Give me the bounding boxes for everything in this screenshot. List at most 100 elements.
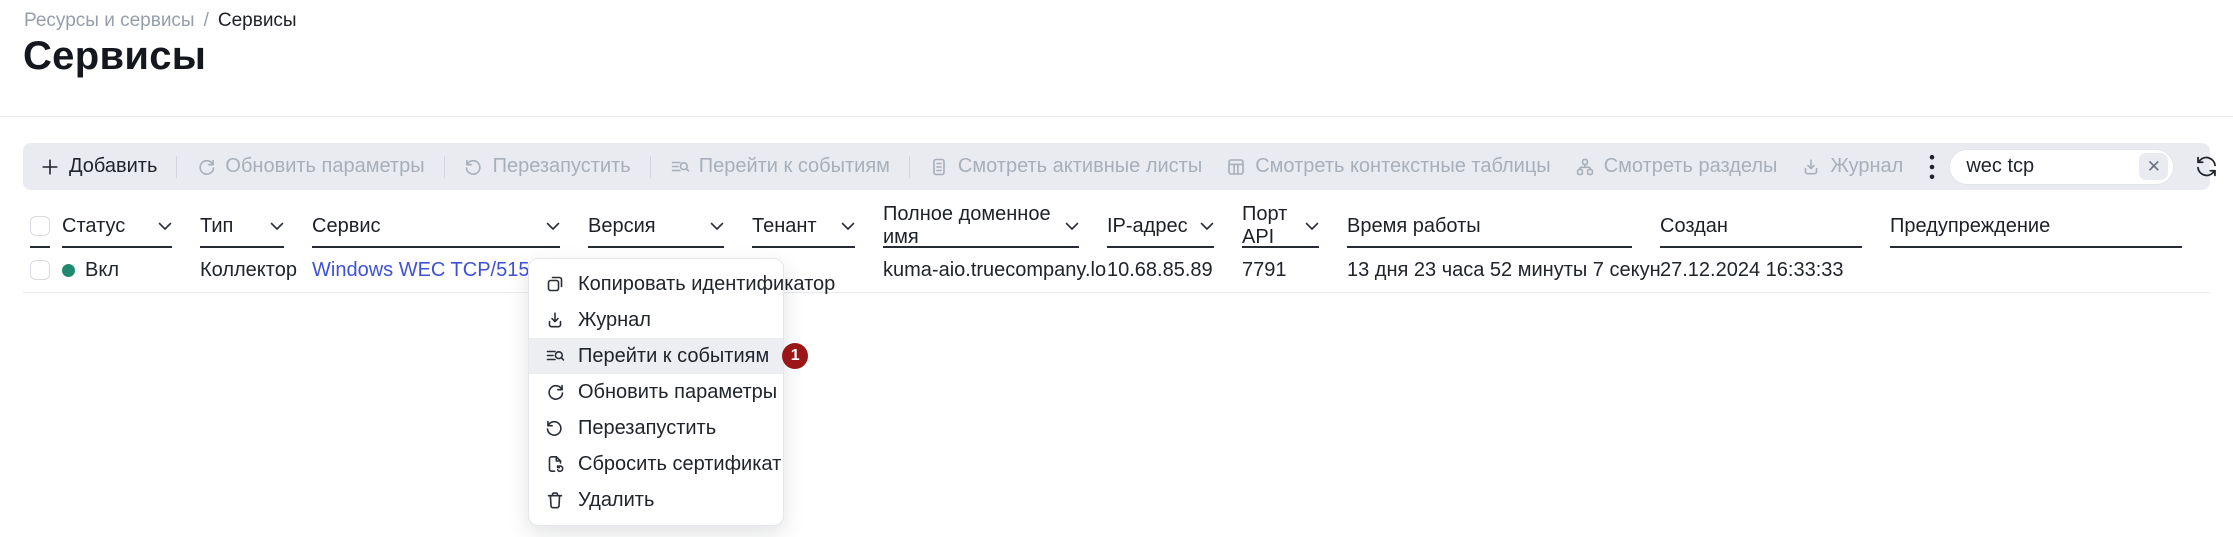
chevron-down-icon[interactable] [1065,222,1079,231]
chevron-down-icon[interactable] [158,222,172,231]
chevron-down-icon[interactable] [546,222,560,231]
journal-button[interactable]: Журнал [1789,143,1915,190]
search-input[interactable] [1966,155,2139,178]
column-label: Тип [200,215,233,238]
journal-download-icon [1801,157,1821,177]
chevron-down-icon[interactable] [270,222,284,231]
go-to-events-icon [545,346,565,366]
go-to-events-button[interactable]: Перейти к событиям [658,143,902,190]
go-to-events-label: Перейти к событиям [699,155,890,178]
toolbar-separator [909,156,910,178]
type-cell: Коллектор [200,259,312,282]
view-active-lists-button[interactable]: Смотреть активные листы [917,143,1214,190]
menu-item-label: Перезапустить [578,417,716,440]
column-label: Тенант [752,215,817,238]
column-header-uptime: Время работы [1347,206,1660,248]
chevron-down-icon[interactable] [841,222,855,231]
header-divider [0,116,2233,117]
breadcrumb-parent[interactable]: Ресурсы и сервисы [24,10,195,32]
refresh-parameters-label: Обновить параметры [225,155,424,178]
refresh-icon [196,157,216,177]
chevron-down-icon[interactable] [1305,222,1319,231]
toolbar-separator [650,156,651,178]
add-button-label: Добавить [69,155,157,178]
copy-icon [545,274,565,294]
refresh-icon [545,382,565,402]
add-button[interactable]: Добавить [40,143,169,190]
column-header-version[interactable]: Версия [588,206,752,248]
reset-certificate-icon [545,454,565,474]
search-box: ✕ [1949,149,2174,185]
column-header-api-port[interactable]: Порт API [1242,206,1347,248]
toolbar-separator [444,156,445,178]
table-row: Вкл Коллектор Windows WEC TCP/5151 kuma-… [23,248,2210,293]
column-header-tenant[interactable]: Тенант [752,206,883,248]
created-cell: 27.12.2024 16:33:33 [1660,259,1890,282]
status-on-indicator [62,264,75,277]
column-label: Предупреждение [1890,215,2050,238]
column-label: Время работы [1347,215,1481,238]
menu-item-delete[interactable]: Удалить [529,482,783,518]
column-header-warning: Предупреждение [1890,206,2210,248]
toolbar-separator [176,156,177,178]
column-header-service[interactable]: Сервис [312,206,588,248]
column-header-type[interactable]: Тип [200,206,312,248]
menu-item-journal[interactable]: Журнал [529,302,783,338]
chevron-down-icon[interactable] [710,222,724,231]
menu-item-restart[interactable]: Перезапустить [529,410,783,446]
column-label: Создан [1660,215,1728,238]
plus-icon [40,157,60,177]
column-label: Порт API [1242,203,1297,249]
row-checkbox[interactable] [30,260,50,280]
menu-item-label: Перейти к событиям [578,345,769,368]
select-all-cell [30,206,62,248]
menu-item-label: Журнал [578,309,651,332]
row-select-cell [30,260,62,280]
toolbar: Добавить Обновить параметры Перезапустит… [23,143,2210,190]
uptime-cell: 13 дня 23 часа 52 минуты 7 секунды [1347,259,1660,282]
partitions-icon [1575,157,1595,177]
column-header-fqdn[interactable]: Полное доменное имя [883,206,1107,248]
restart-icon [545,418,565,438]
view-context-tables-label: Смотреть контекстные таблицы [1255,155,1550,178]
select-all-checkbox[interactable] [30,216,50,236]
column-label: Сервис [312,215,381,238]
column-header-ip[interactable]: IP-адрес [1107,206,1242,248]
restart-icon [464,157,484,177]
active-lists-icon [929,157,949,177]
column-label: Версия [588,215,656,238]
breadcrumb: Ресурсы и сервисы / Сервисы [24,10,297,32]
menu-item-label: Копировать идентификатор [578,273,835,296]
journal-label: Журнал [1830,155,1903,178]
view-context-tables-button[interactable]: Смотреть контекстные таблицы [1214,143,1562,190]
refresh-parameters-button[interactable]: Обновить параметры [184,143,436,190]
status-text: Вкл [85,259,119,282]
menu-item-label: Обновить параметры [578,381,777,404]
column-label: IP-адрес [1107,215,1188,238]
menu-item-reset-certificate[interactable]: Сбросить сертификат [529,446,783,482]
column-label: Полное доменное имя [883,203,1057,249]
column-header-status[interactable]: Статус [62,206,200,248]
breadcrumb-current: Сервисы [218,10,297,32]
view-active-lists-label: Смотреть активные листы [958,155,1202,178]
menu-item-go-to-events[interactable]: Перейти к событиям 1 [529,338,783,374]
menu-item-label: Сбросить сертификат [578,453,781,476]
kebab-icon [1929,154,1935,180]
view-partitions-label: Смотреть разделы [1604,155,1778,178]
ip-cell: 10.68.85.89 [1107,259,1242,282]
row-context-menu: Копировать идентификатор Журнал Перейти … [528,258,784,526]
service-link[interactable]: Windows WEC TCP/5151 [312,259,541,281]
go-to-events-icon [670,157,690,177]
chevron-down-icon[interactable] [1200,222,1214,231]
table-refresh-button[interactable] [2187,148,2225,186]
restart-label: Перезапустить [493,155,631,178]
view-partitions-button[interactable]: Смотреть разделы [1563,143,1790,190]
fqdn-cell: kuma-aio.truecompany.local [883,259,1107,282]
menu-item-refresh-parameters[interactable]: Обновить параметры [529,374,783,410]
menu-item-copy-id[interactable]: Копировать идентификатор [529,266,783,302]
menu-item-label: Удалить [578,489,654,512]
more-actions-button[interactable] [1915,143,1949,190]
search-clear-button[interactable]: ✕ [2139,153,2168,180]
restart-button[interactable]: Перезапустить [452,143,643,190]
page-title: Сервисы [23,34,206,79]
